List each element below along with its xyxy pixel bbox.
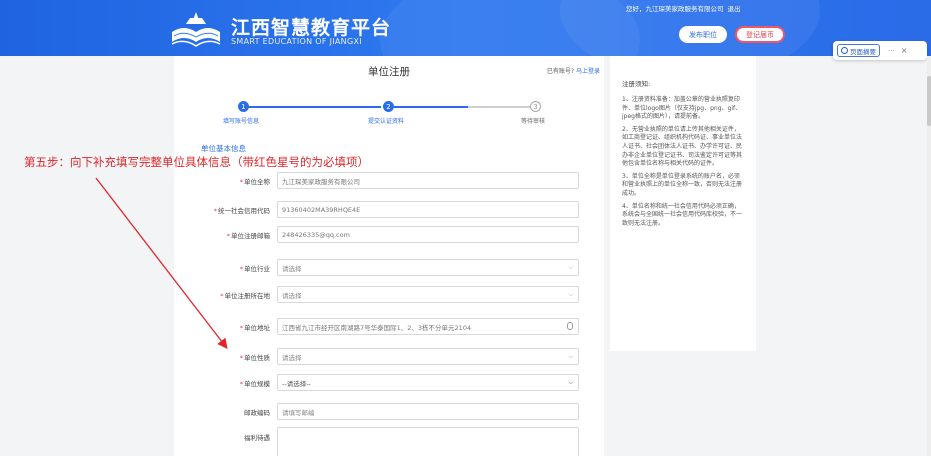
step-3-label: 等待审核 [521,118,546,125]
site-subtitle: SMART EDUCATION OF JIANGXI [231,37,362,46]
required-mark: * [239,178,243,186]
nature-select[interactable]: 请选择 ⌵ [277,348,579,365]
notice-item: 4、单位名称和统一社会信用代码必须正确，系统会与全国统一社会信用代码库校验，不一… [622,202,743,227]
industry-select[interactable]: 请选择 ⌵ [277,259,579,276]
login-prompt: 已有账号? 马上登录 [547,66,600,75]
required-mark: * [213,207,217,215]
field-label-email: *单位注册邮箱 [226,232,270,240]
page-summary-label: 页面摘要 [850,47,876,56]
notice-item: 3、单位全称是单位登录系统的账户名，必须和营业执照上的单位全称一致，否则无法注册… [622,172,743,197]
page-summary-widget: 页面摘要 ··· × [833,41,927,60]
field-label-address: *单位地址 [239,324,270,332]
benefits-textarea[interactable] [277,427,579,456]
chevron-down-icon: ⌵ [568,379,573,386]
step-connector [468,106,530,108]
user-greeting: 您好，九江琛美家政服务有限公司 退出 [626,3,741,13]
tutorial-annotation: 第五步：向下补充填写完整单位具体信息（带红色星号的为必填项） [24,155,369,169]
required-mark: * [226,232,230,240]
required-mark: * [220,292,224,300]
step-3-marker: 3 [530,101,541,112]
required-mark: * [239,380,243,388]
chevron-down-icon: ⌵ [568,291,573,298]
register-button[interactable]: 登记届币 [735,26,785,43]
step-connector [245,106,381,108]
location-pin-icon[interactable] [567,322,573,330]
required-mark: * [239,324,243,332]
chevron-down-icon: ⌵ [568,264,573,271]
page-summary-button[interactable]: 页面摘要 [837,44,880,57]
field-label-scale: *单位规模 [239,380,270,388]
scale-select[interactable]: --请选择-- ⌵ [277,374,579,391]
field-label-credit-code: *统一社会信用代码 [213,207,270,215]
book-logo-icon [171,12,221,47]
credit-code-input[interactable]: 91360402MA39RHQE4E [277,201,579,218]
notice-item: 1、注册资料准备：加盖公章的营业执照复印件、单位logo图片（仅支持jpg、pn… [622,96,742,121]
login-link[interactable]: 马上登录 [576,68,600,75]
step-2-marker: 2 [383,101,394,112]
postcode-input[interactable]: 请填写邮编 [277,403,579,420]
close-icon[interactable]: × [901,46,908,55]
field-label-benefits: 福利待遇 [244,434,270,442]
field-label-company-name: *单位全称 [239,178,270,186]
email-input[interactable]: 248426335@qq.com [277,226,579,243]
has-account-text: 已有账号? [546,68,575,75]
logout-link[interactable]: 退出 [728,5,741,13]
address-input[interactable]: 江西省九江市经开区南湖路7号华泰国际1、2、3栋不分单元2104 [277,318,579,335]
chevron-down-icon: ⌵ [568,353,573,360]
registration-notice: 注册须知: 1、注册资料准备：加盖公章的营业执照复印件、单位logo图片（仅支持… [610,56,756,351]
field-label-postcode: 邮政编码 [244,409,270,417]
page-scrollbar[interactable] [927,56,931,456]
page-title: 单位注册 [368,66,410,78]
location-select[interactable]: 请选择 ⌵ [277,286,579,303]
field-label-industry: *单位行业 [239,265,270,273]
registration-card: 单位注册 已有账号? 马上登录 1 2 3 填写账号信息 提交认证资料 等待审核… [174,56,604,456]
field-label-nature: *单位性质 [239,354,270,362]
company-name-input[interactable]: 九江琛美家政服务有限公司 [277,172,579,189]
step-1-marker: 1 [238,101,249,112]
section-title: 单位基本信息 [201,144,246,153]
notice-item: 2、无营业执照的单位请上传其他相关证件，如工商登记证、组织机构代码证、事业单位法… [622,125,743,168]
step-1-label: 填写账号信息 [223,118,260,125]
more-icon[interactable]: ··· [888,47,895,55]
notice-title: 注册须知: [622,80,651,88]
site-title[interactable]: 江西智慧教育平台 [231,13,391,40]
step-2-label: 提交认证资料 [368,118,405,125]
scrollbar-thumb[interactable] [927,76,931,126]
greeting-text: 您好，九江琛美家政服务有限公司 [626,5,724,13]
required-mark: * [239,354,243,362]
step-connector [394,106,468,108]
site-header: 江西智慧教育平台 SMART EDUCATION OF JIANGXI 您好，九… [0,0,931,56]
field-label-location: *单位注册所在地 [220,292,270,300]
summary-icon [841,47,848,54]
required-mark: * [239,265,243,273]
post-job-button[interactable]: 发布职位 [679,26,727,43]
